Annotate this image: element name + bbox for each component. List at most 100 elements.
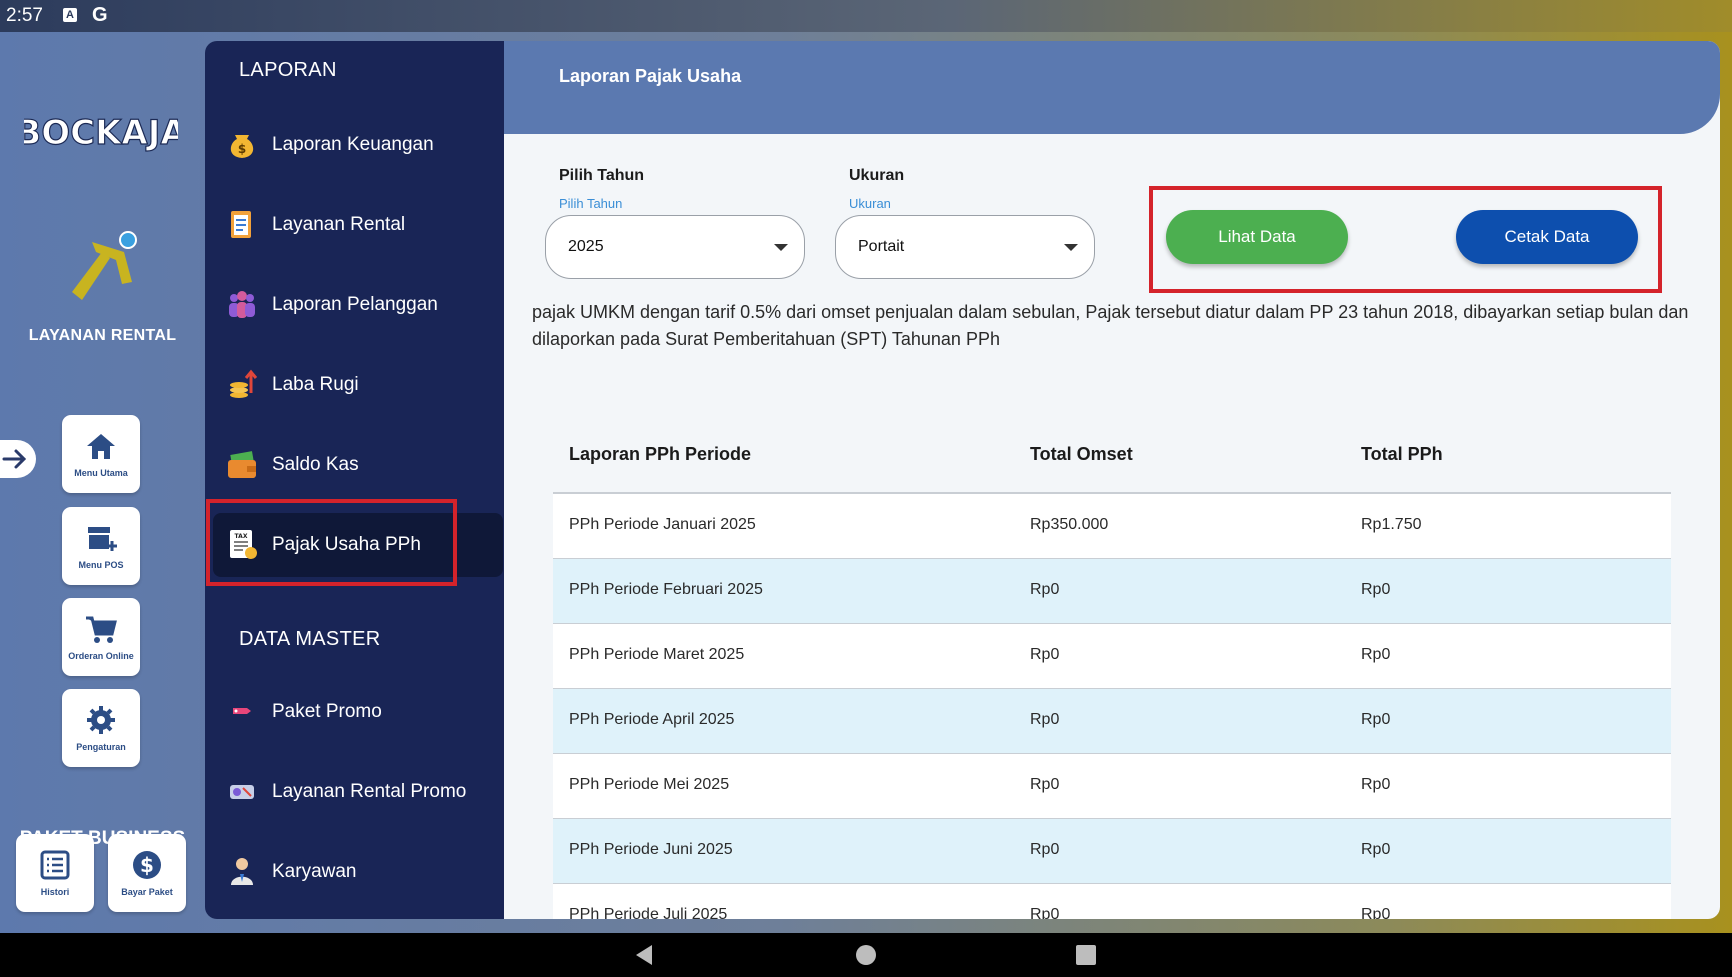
status-time: 2:57	[6, 5, 43, 26]
menu-label: Laporan Pelanggan	[272, 294, 438, 315]
notification-a-icon: A	[63, 8, 77, 22]
description-text: pajak UMKM dengan tarif 0.5% dari omset …	[532, 302, 1689, 349]
cell-pph: Rp0	[1361, 841, 1391, 858]
year-select-value: 2025	[568, 238, 604, 255]
tag-icon	[233, 708, 251, 714]
menu-item-laba-rugi[interactable]: Laba Rugi	[213, 353, 503, 417]
employee-icon	[231, 858, 253, 885]
cell-periode: PPh Periode Juni 2025	[569, 841, 733, 858]
cell-periode: PPh Periode Mei 2025	[569, 776, 730, 793]
system-nav-bar	[0, 933, 1732, 977]
menu-item-laporan-keuangan[interactable]: $ Laporan Keuangan	[213, 113, 503, 177]
menu-label: Layanan Rental	[272, 214, 406, 235]
menu-pos-button[interactable]: Menu POS	[62, 507, 140, 585]
page-title: Laporan Pajak Usaha	[559, 66, 742, 86]
menu-label: Laporan Keuangan	[272, 134, 434, 155]
table-row[interactable]: PPh Periode Februari 2025 Rp0 Rp0	[553, 559, 1671, 624]
table-row[interactable]: PPh Periode Januari 2025 Rp350.000 Rp1.7…	[553, 494, 1671, 559]
cell-pph: Rp0	[1361, 581, 1391, 598]
back-icon[interactable]	[632, 943, 656, 967]
gear-icon	[87, 706, 115, 734]
google-icon: G	[92, 4, 108, 26]
bayar-paket-button[interactable]: $ Bayar Paket	[108, 834, 186, 912]
cell-pph: Rp1.750	[1361, 516, 1422, 533]
section-data-master-title: DATA MASTER	[239, 628, 381, 650]
home-nav-icon[interactable]	[854, 943, 878, 967]
cell-omset: Rp0	[1030, 646, 1060, 663]
chevron-down-icon	[1064, 244, 1078, 251]
table-row[interactable]: PPh Periode Juli 2025 Rp0 Rp0	[553, 884, 1671, 919]
logo-text: BOCKAJA	[24, 113, 178, 153]
cell-omset: Rp0	[1030, 711, 1060, 728]
dollar-icon: $	[133, 851, 161, 879]
menu-highlight-box	[206, 499, 457, 586]
menu-item-laporan-pelanggan[interactable]: Laporan Pelanggan	[213, 273, 503, 337]
cell-omset: Rp0	[1030, 776, 1060, 793]
menu-item-karyawan[interactable]: Karyawan	[213, 840, 503, 904]
people-icon	[229, 291, 255, 318]
menu-item-saldo-kas[interactable]: Saldo Kas	[213, 433, 503, 497]
home-icon	[87, 434, 115, 459]
cell-omset: Rp0	[1030, 906, 1060, 919]
list-icon	[40, 850, 70, 880]
menu-label: Karyawan	[272, 861, 357, 882]
table-header: Laporan PPh Periode Total Omset Total PP…	[553, 381, 1671, 494]
header-total-omset: Total Omset	[1030, 444, 1133, 464]
table-row[interactable]: PPh Periode Mei 2025 Rp0 Rp0	[553, 754, 1671, 819]
year-field-label: Pilih Tahun	[559, 167, 645, 184]
cell-pph: Rp0	[1361, 776, 1391, 793]
app-logo: BOCKAJA	[24, 112, 178, 153]
menu-label: Saldo Kas	[272, 454, 359, 475]
clipboard-icon	[231, 211, 251, 238]
coins-up-icon	[230, 369, 258, 398]
pph-table: Laporan PPh Periode Total Omset Total PP…	[553, 381, 1671, 919]
section-laporan-title: LAPORAN	[239, 59, 337, 81]
menu-pos-label: Menu POS	[78, 560, 124, 570]
content-panel: Laporan Pajak Usaha Pilih Tahun Pilih Ta…	[504, 41, 1720, 919]
content-header: Laporan Pajak Usaha	[504, 41, 1720, 134]
bayar-paket-label: Bayar Paket	[121, 887, 173, 897]
status-bar: 2:57 A G	[0, 0, 1732, 32]
menu-panel: LAPORAN $ Laporan Keuangan Layanan Renta…	[205, 41, 525, 919]
year-field-sublabel: Pilih Tahun	[559, 196, 623, 211]
money-bag-icon: $	[230, 135, 254, 158]
cell-omset: Rp0	[1030, 581, 1060, 598]
cart-icon	[86, 616, 117, 643]
svg-text:$: $	[140, 853, 154, 877]
wallet-icon	[228, 451, 256, 478]
promo-icon	[230, 785, 254, 799]
cell-omset: Rp350.000	[1030, 516, 1109, 533]
recents-icon[interactable]	[1074, 943, 1098, 967]
size-field-sublabel: Ukuran	[849, 196, 891, 211]
menu-item-layanan-rental-promo[interactable]: Layanan Rental Promo	[213, 760, 503, 824]
cell-periode: PPh Periode April 2025	[569, 711, 735, 728]
size-field-label: Ukuran	[849, 167, 905, 184]
menu-utama-button[interactable]: Menu Utama	[62, 415, 140, 493]
rail-title: LAYANAN RENTAL	[28, 327, 177, 344]
menu-label: Layanan Rental Promo	[272, 781, 467, 802]
pengaturan-button[interactable]: Pengaturan	[62, 689, 140, 767]
cell-periode: PPh Periode Juli 2025	[569, 906, 728, 919]
orderan-online-button[interactable]: Orderan Online	[62, 598, 140, 676]
cell-pph: Rp0	[1361, 906, 1391, 919]
size-select[interactable]: Portait	[835, 215, 1095, 279]
cell-periode: PPh Periode Maret 2025	[569, 646, 745, 663]
pengaturan-label: Pengaturan	[76, 742, 126, 752]
table-row[interactable]: PPh Periode Maret 2025 Rp0 Rp0	[553, 624, 1671, 689]
expand-arrow-button[interactable]	[0, 440, 36, 478]
year-select[interactable]: 2025	[545, 215, 805, 279]
orderan-online-label: Orderan Online	[68, 651, 134, 661]
cell-pph: Rp0	[1361, 711, 1391, 728]
rental-logo-icon	[72, 231, 137, 300]
menu-item-layanan-rental[interactable]: Layanan Rental	[213, 193, 503, 257]
size-select-value: Portait	[858, 238, 905, 255]
header-total-pph: Total PPh	[1361, 444, 1443, 464]
cell-periode: PPh Periode Januari 2025	[569, 516, 756, 533]
menu-item-paket-promo[interactable]: Paket Promo	[213, 680, 503, 744]
table-row[interactable]: PPh Periode Juni 2025 Rp0 Rp0	[553, 819, 1671, 884]
arrow-right-icon	[2, 449, 27, 469]
store-icon	[88, 527, 117, 551]
cell-periode: PPh Periode Februari 2025	[569, 581, 763, 598]
table-row[interactable]: PPh Periode April 2025 Rp0 Rp0	[553, 689, 1671, 754]
histori-button[interactable]: Histori	[16, 834, 94, 912]
